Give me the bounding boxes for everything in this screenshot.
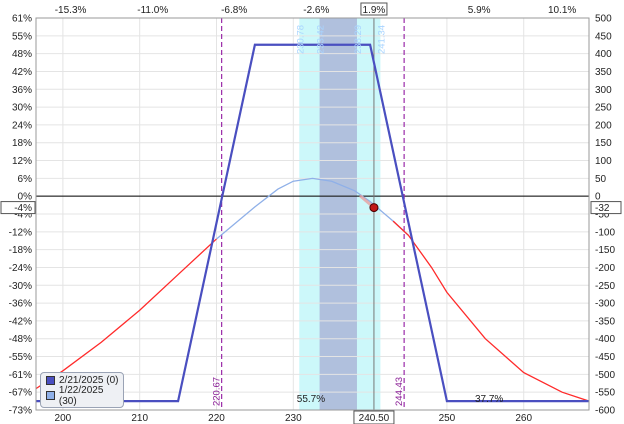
right-tick-label: -400 [595,334,615,345]
strike-label: 230.78 [295,25,306,54]
right-tick-label: -300 [595,299,615,310]
bottom-tick-label: 250 [439,413,456,424]
left-tick-label: 18% [12,138,32,149]
right-tick-label: -250 [595,281,615,292]
probability-label: 37.7% [475,394,503,405]
top-tick-label: -2.6% [303,5,329,16]
left-tick-label: 6% [18,174,33,185]
right-tick-label: 250 [595,103,612,114]
bottom-tick-label: 260 [515,413,532,424]
legend-swatch [46,391,55,400]
bottom-tick-label: 210 [131,413,148,424]
left-tick-label: 24% [12,120,32,131]
bottom-tick-label: 220 [208,413,225,424]
right-tick-label: -600 [595,406,615,417]
bottom-current-label: 240.50 [359,413,390,424]
left-tick-label: 12% [12,156,32,167]
right-tick-label: -350 [595,316,615,327]
right-tick-label: 150 [595,138,612,149]
value-labels: 220.67244.43230.78233.42238.29241.345.6%… [86,25,503,406]
left-tick-label: -36% [9,299,32,310]
top-tick-label: 5.9% [468,5,491,16]
left-tick-label: -61% [9,370,32,381]
legend: 2/21/2025 (0) 1/22/2025 (30) [40,372,124,408]
breakeven-label: 244.43 [394,377,405,406]
left-tick-label: 36% [12,85,32,96]
left-tick-label: 55% [12,31,32,42]
bottom-tick-label: 230 [285,413,302,424]
bottom-tick-label: 200 [55,413,72,424]
left-tick-label: -12% [9,227,32,238]
top-tick-label: -15.3% [55,5,87,16]
left-tick-label: -42% [9,316,32,327]
risk-graph[interactable]: 500450400350300250200150100500-50-100-15… [0,0,624,424]
strike-label: 238.29 [353,25,364,54]
right-tick-label: 200 [595,120,612,131]
right-tick-label: -200 [595,263,615,274]
left-tick-label: 61% [12,14,32,25]
right-tick-label: -500 [595,370,615,381]
breakeven-label: 220.67 [212,377,223,406]
left-tick-label: -67% [9,388,32,399]
right-tick-label: 350 [595,67,612,78]
legend-label: 1/22/2025 (30) [58,384,104,407]
left-marker-label: -4% [14,203,32,214]
top-tick-label: 10.1% [548,5,576,16]
left-tick-label: -48% [9,334,32,345]
left-tick-label: -55% [9,352,32,363]
right-tick-label: 100 [595,156,612,167]
left-tick-label: 0% [18,192,33,203]
legend-item-t0[interactable]: 1/22/2025 (30) [41,385,123,407]
right-tick-label: 300 [595,85,612,96]
right-tick-label: -450 [595,352,615,363]
right-tick-label: 400 [595,49,612,60]
left-tick-label: 30% [12,103,32,114]
right-tick-label: 450 [595,31,612,42]
probability-label: 55.7% [297,394,325,405]
left-tick-label: -30% [9,281,32,292]
strike-label: 233.42 [316,25,327,54]
top-tick-label: -11.0% [137,5,168,16]
right-tick-label: 500 [595,14,612,25]
left-tick-label: -24% [9,263,32,274]
left-tick-label: -18% [9,245,32,256]
right-tick-label: -100 [595,227,615,238]
right-marker-label: -32 [595,203,610,214]
strike-label: 241.34 [376,25,387,54]
legend-swatch [46,376,55,385]
left-tick-label: 48% [12,49,32,60]
right-tick-label: 0 [595,192,601,203]
left-tick-label: 42% [12,67,32,78]
right-tick-label: -150 [595,245,615,256]
top-current-label: 1.9% [363,5,386,16]
right-tick-label: 50 [595,174,607,185]
left-tick-label: -73% [9,406,32,417]
current-point-marker [369,203,379,213]
top-tick-label: -6.8% [221,5,247,16]
right-tick-label: -550 [595,388,615,399]
